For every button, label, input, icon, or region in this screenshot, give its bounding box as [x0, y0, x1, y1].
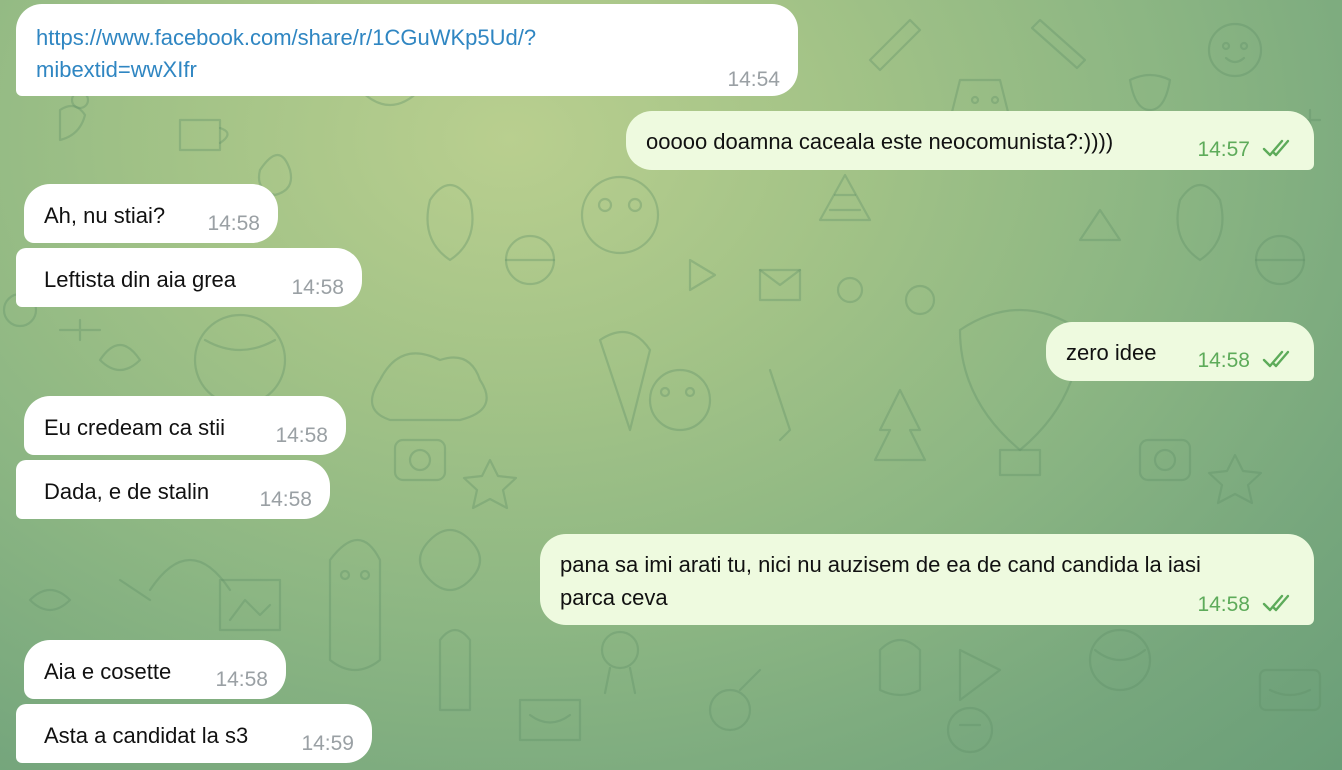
double-check-icon — [1262, 350, 1290, 368]
message-text: Ah, nu stiai? — [44, 203, 166, 228]
message-text: Dada, e de stalin — [44, 479, 210, 504]
message-time: 14:58 — [215, 668, 268, 691]
message-bubble-outgoing[interactable]: pana sa imi arati tu, nici nu auzisem de… — [540, 534, 1314, 625]
message-bubble-incoming[interactable]: Ah, nu stiai? 14:58 — [24, 184, 278, 243]
message-bubble-incoming[interactable]: Aia e cosette 14:58 — [24, 640, 286, 699]
message-text: Asta a candidat la s3 — [44, 723, 249, 748]
message-time: 14:58 — [207, 212, 260, 235]
message-time: 14:57 — [1197, 138, 1250, 161]
message-bubble-incoming[interactable]: Dada, e de stalin 14:58 — [16, 460, 330, 519]
double-check-icon — [1262, 139, 1290, 157]
message-text: Aia e cosette — [44, 659, 172, 684]
message-time: 14:58 — [291, 276, 344, 299]
message-text: Leftista din aia grea — [44, 267, 237, 292]
message-bubble-incoming[interactable]: Leftista din aia grea 14:58 — [16, 248, 362, 307]
message-bubble-incoming[interactable]: Asta a candidat la s3 14:59 — [16, 704, 372, 763]
message-time: 14:58 — [1197, 349, 1250, 372]
message-time: 14:58 — [275, 424, 328, 447]
message-link[interactable]: mibextid=wwXIfr — [36, 54, 197, 85]
message-link[interactable]: https://www.facebook.com/share/r/1CGuWKp… — [36, 22, 536, 53]
message-text: parca ceva — [560, 585, 668, 610]
double-check-icon — [1262, 594, 1290, 612]
message-text: pana sa imi arati tu, nici nu auzisem de… — [560, 552, 1201, 577]
message-time: 14:59 — [301, 732, 354, 755]
message-text: ooooo doamna caceala este neocomunista?:… — [646, 129, 1114, 154]
message-bubble-incoming[interactable]: Eu credeam ca stii 14:58 — [24, 396, 346, 455]
message-time: 14:54 — [727, 68, 780, 91]
message-time: 14:58 — [1197, 593, 1250, 616]
message-time: 14:58 — [259, 488, 312, 511]
message-bubble-outgoing[interactable]: zero idee 14:58 — [1046, 322, 1314, 381]
message-bubble-outgoing[interactable]: ooooo doamna caceala este neocomunista?:… — [626, 111, 1314, 170]
message-text: Eu credeam ca stii — [44, 415, 225, 440]
message-text: zero idee — [1066, 340, 1157, 365]
message-bubble-incoming[interactable]: https://www.facebook.com/share/r/1CGuWKp… — [16, 4, 798, 96]
